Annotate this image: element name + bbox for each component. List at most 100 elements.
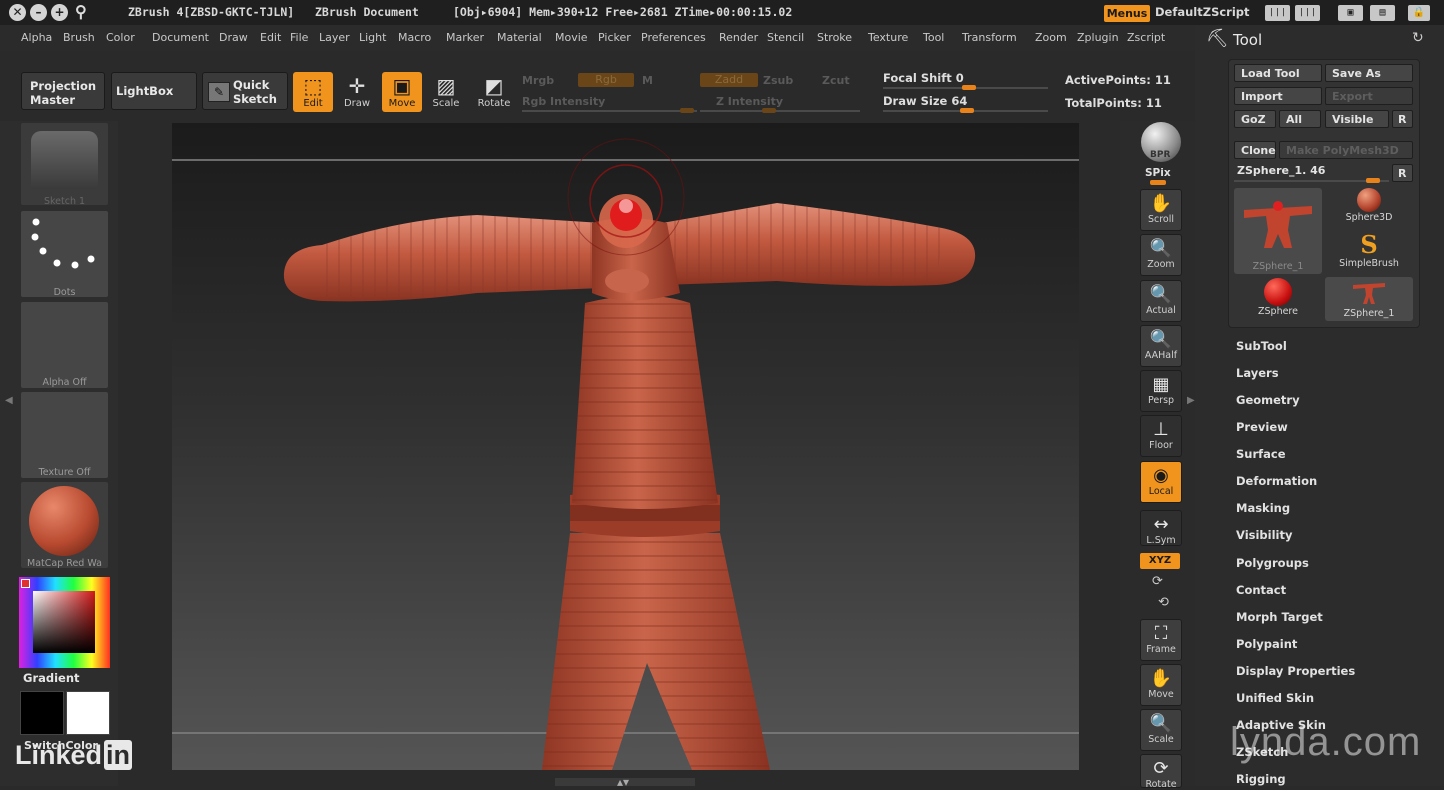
material-thumbnail[interactable] bbox=[21, 482, 108, 568]
rotate-button[interactable]: ◩ Rotate bbox=[474, 72, 514, 112]
refresh-icon[interactable]: ↻ bbox=[1412, 30, 1424, 46]
unified-skin-section[interactable]: Unified Skin bbox=[1236, 691, 1314, 705]
ui-layout-icon[interactable]: ▣ bbox=[1338, 5, 1363, 21]
scale-view-button[interactable]: 🔍 Scale bbox=[1140, 709, 1182, 751]
ui-swap-icon[interactable]: ▤ bbox=[1370, 5, 1395, 21]
rgb-button[interactable]: Rgb bbox=[578, 73, 634, 87]
menu-draw[interactable]: Draw bbox=[219, 31, 248, 44]
lsym-button[interactable]: ↔ L.Sym bbox=[1140, 510, 1182, 546]
menu-movie[interactable]: Movie bbox=[555, 31, 588, 44]
surface-section[interactable]: Surface bbox=[1236, 447, 1286, 461]
menu-edit[interactable]: Edit bbox=[260, 31, 281, 44]
menu-stroke[interactable]: Stroke bbox=[817, 31, 852, 44]
subtool-section[interactable]: SubTool bbox=[1236, 339, 1287, 353]
r-button[interactable]: R bbox=[1392, 110, 1413, 128]
tool-thumb-sphere3d[interactable]: Sphere3D bbox=[1326, 188, 1412, 230]
actual-button[interactable]: 🔍 Actual bbox=[1140, 280, 1182, 322]
menu-render[interactable]: Render bbox=[719, 31, 758, 44]
edit-button[interactable]: ⬚ Edit bbox=[293, 72, 333, 112]
menus-button[interactable]: Menus bbox=[1104, 5, 1150, 22]
menu-stencil[interactable]: Stencil bbox=[767, 31, 804, 44]
visible-button[interactable]: Visible bbox=[1325, 110, 1389, 128]
zoom-button[interactable]: 🔍 Zoom bbox=[1140, 234, 1182, 276]
import-button[interactable]: Import bbox=[1234, 87, 1322, 105]
tool-slider-knob[interactable] bbox=[1366, 178, 1380, 183]
secondary-color-swatch[interactable] bbox=[20, 691, 64, 735]
brush-dots-thumbnail[interactable] bbox=[21, 211, 108, 297]
left-tray-collapse-icon[interactable]: ◀ bbox=[5, 395, 13, 413]
frame-button[interactable]: ⛶ Frame bbox=[1140, 619, 1182, 661]
tool-thumb-zsphere1-small[interactable]: ZSphere_1 bbox=[1325, 277, 1413, 321]
xyz-button[interactable]: XYZ bbox=[1140, 553, 1180, 569]
scroll-button[interactable]: ✋ Scroll bbox=[1140, 189, 1182, 231]
menu-zplugin[interactable]: Zplugin bbox=[1077, 31, 1119, 44]
persp-button[interactable]: ▦ Persp bbox=[1140, 370, 1182, 412]
draw-button[interactable]: ✛ Draw bbox=[337, 72, 377, 112]
menu-tool[interactable]: Tool bbox=[923, 31, 944, 44]
canvas-bottom-arrows-icon[interactable]: ▴▾ bbox=[617, 775, 629, 789]
display-properties-section[interactable]: Display Properties bbox=[1236, 664, 1355, 678]
maximize-icon[interactable]: + bbox=[51, 4, 68, 21]
all-button[interactable]: All bbox=[1279, 110, 1321, 128]
load-tool-button[interactable]: Load Tool bbox=[1234, 64, 1322, 82]
draw-size-knob[interactable] bbox=[960, 108, 974, 113]
deformation-section[interactable]: Deformation bbox=[1236, 474, 1317, 488]
document-canvas[interactable] bbox=[172, 123, 1079, 770]
stroke-thumbnail[interactable] bbox=[21, 123, 108, 205]
contact-section[interactable]: Contact bbox=[1236, 583, 1286, 597]
menu-light[interactable]: Light bbox=[359, 31, 386, 44]
menu-marker[interactable]: Marker bbox=[446, 31, 484, 44]
tool-thumb-zsphere1-large[interactable]: ZSphere_1 bbox=[1234, 188, 1322, 274]
z-intensity-slider[interactable] bbox=[700, 110, 860, 112]
make-polymesh-button[interactable]: Make PolyMesh3D bbox=[1279, 141, 1413, 159]
layout-left-icon[interactable]: ❘❘❘ bbox=[1265, 5, 1290, 21]
menu-file[interactable]: File bbox=[290, 31, 308, 44]
bpr-button[interactable]: BPR bbox=[1141, 122, 1181, 162]
close-icon[interactable]: ✕ bbox=[9, 4, 26, 21]
goz-button[interactable]: GoZ bbox=[1234, 110, 1276, 128]
right-tray-collapse-icon[interactable]: ▶ bbox=[1187, 395, 1195, 413]
menu-transform[interactable]: Transform bbox=[962, 31, 1017, 44]
masking-section[interactable]: Masking bbox=[1236, 501, 1290, 515]
menu-color[interactable]: Color bbox=[106, 31, 135, 44]
rotate-z-icon[interactable]: ⟲ bbox=[1158, 595, 1169, 610]
rotate-view-button[interactable]: ⟳ Rotate bbox=[1140, 754, 1182, 790]
menu-zoom[interactable]: Zoom bbox=[1035, 31, 1067, 44]
menu-material[interactable]: Material bbox=[497, 31, 542, 44]
color-picker[interactable] bbox=[19, 577, 110, 668]
lock-icon[interactable]: 🔒 bbox=[1408, 5, 1430, 21]
clone-button[interactable]: Clone bbox=[1234, 141, 1276, 159]
menu-layer[interactable]: Layer bbox=[319, 31, 350, 44]
menu-zscript[interactable]: Zscript bbox=[1127, 31, 1165, 44]
projection-master-button[interactable]: Projection Master bbox=[21, 72, 105, 110]
menu-document[interactable]: Document bbox=[152, 31, 209, 44]
lightbox-button[interactable]: LightBox bbox=[111, 72, 197, 110]
focal-shift-knob[interactable] bbox=[962, 85, 976, 90]
color-square[interactable] bbox=[33, 591, 95, 653]
zcut-button[interactable]: Zcut bbox=[822, 74, 850, 87]
export-button[interactable]: Export bbox=[1325, 87, 1413, 105]
minimize-icon[interactable]: – bbox=[30, 4, 47, 21]
menu-picker[interactable]: Picker bbox=[598, 31, 631, 44]
default-zscript[interactable]: DefaultZScript bbox=[1155, 5, 1250, 19]
menu-preferences[interactable]: Preferences bbox=[641, 31, 706, 44]
tool-r-button[interactable]: R bbox=[1392, 164, 1413, 182]
polypaint-section[interactable]: Polypaint bbox=[1236, 637, 1297, 651]
scale-button[interactable]: ▨ Scale bbox=[426, 72, 466, 112]
preview-section[interactable]: Preview bbox=[1236, 420, 1288, 434]
texture-thumbnail[interactable] bbox=[21, 392, 108, 478]
tool-thumb-zsphere[interactable]: ZSphere bbox=[1234, 278, 1322, 320]
aahalf-button[interactable]: 🔍 AAHalf bbox=[1140, 325, 1182, 367]
menu-texture[interactable]: Texture bbox=[868, 31, 908, 44]
layers-section[interactable]: Layers bbox=[1236, 366, 1279, 380]
menu-alpha[interactable]: Alpha bbox=[21, 31, 52, 44]
floor-button[interactable]: ⊥ Floor bbox=[1140, 415, 1182, 457]
visibility-section[interactable]: Visibility bbox=[1236, 528, 1292, 542]
move-view-button[interactable]: ✋ Move bbox=[1140, 664, 1182, 706]
move-button[interactable]: ▣ Move bbox=[382, 72, 422, 112]
rigging-section[interactable]: Rigging bbox=[1236, 772, 1286, 786]
menu-brush[interactable]: Brush bbox=[63, 31, 95, 44]
tool-thumb-simplebrush[interactable]: S SimpleBrush bbox=[1326, 232, 1412, 274]
alpha-thumbnail[interactable] bbox=[21, 302, 108, 388]
geometry-section[interactable]: Geometry bbox=[1236, 393, 1300, 407]
